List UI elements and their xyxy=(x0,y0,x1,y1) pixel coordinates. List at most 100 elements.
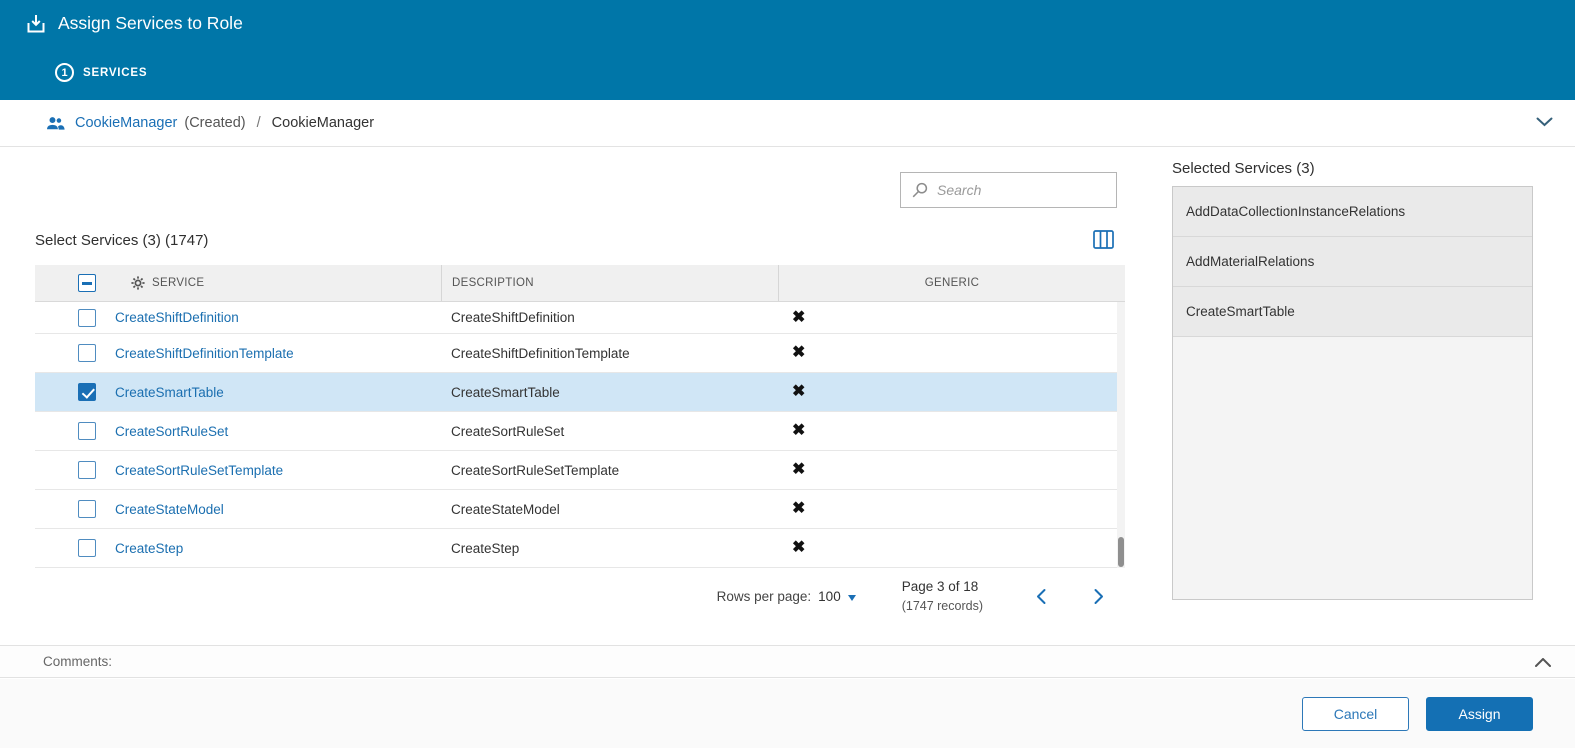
header-spacer xyxy=(35,265,67,301)
service-description: CreateStateModel xyxy=(441,490,778,528)
column-label-generic: GENERIC xyxy=(925,277,980,289)
table-row[interactable]: CreateSortRuleSetTemplate CreateSortRule… xyxy=(35,451,1125,490)
dialog-footer: Cancel Assign xyxy=(0,679,1575,748)
pagination-bar: Rows per page: 100 Page 3 of 18 (1747 re… xyxy=(35,577,1125,616)
comments-collapse-chevron-up-icon[interactable] xyxy=(1535,658,1551,667)
selected-service-item: CreateSmartTable xyxy=(1173,287,1532,337)
column-header-service: SERVICE xyxy=(107,265,441,301)
row-spacer xyxy=(35,451,67,489)
selected-services-list: AddDataCollectionInstanceRelations AddMa… xyxy=(1172,186,1533,600)
column-chooser-icon[interactable] xyxy=(1090,226,1116,252)
wizard-step: 1 SERVICES xyxy=(55,63,147,82)
row-checkbox[interactable] xyxy=(78,422,96,440)
page-title: Assign Services to Role xyxy=(58,13,243,34)
gear-icon xyxy=(131,276,145,290)
table-row[interactable]: CreateShiftDefinition CreateShiftDefinit… xyxy=(35,302,1125,334)
service-description: CreateShiftDefinition xyxy=(441,302,778,333)
not-generic-x-icon: ✖ xyxy=(792,423,805,439)
service-link[interactable]: CreateSmartTable xyxy=(107,385,224,400)
not-generic-x-icon: ✖ xyxy=(792,462,805,478)
service-link[interactable]: CreateSortRuleSetTemplate xyxy=(107,463,283,478)
cancel-button[interactable]: Cancel xyxy=(1302,697,1409,731)
rows-per-page-value: 100 xyxy=(818,589,841,604)
service-description: CreateShiftDefinitionTemplate xyxy=(441,334,778,372)
dialog-header: Assign Services to Role 1 SERVICES xyxy=(0,0,1575,100)
rows-per-page-label: Rows per page: xyxy=(717,589,812,604)
main-content: Select Services (3) (1747) xyxy=(0,147,1575,645)
row-checkbox[interactable] xyxy=(78,461,96,479)
selected-services-panel: Selected Services (3) AddDataCollectionI… xyxy=(1172,160,1533,600)
not-generic-x-icon: ✖ xyxy=(792,384,805,400)
service-link[interactable]: CreateShiftDefinition xyxy=(107,310,239,325)
row-checkbox[interactable] xyxy=(78,383,96,401)
not-generic-x-icon: ✖ xyxy=(792,345,805,361)
service-description: CreateSortRuleSetTemplate xyxy=(441,451,778,489)
row-checkbox[interactable] xyxy=(78,309,96,327)
search-icon xyxy=(912,182,928,198)
row-checkbox[interactable] xyxy=(78,539,96,557)
table-row[interactable]: CreateShiftDefinitionTemplate CreateShif… xyxy=(35,334,1125,373)
service-link[interactable]: CreateStep xyxy=(107,541,183,556)
services-table: SERVICE DESCRIPTION GENERIC CreateShiftD… xyxy=(35,265,1125,568)
select-all-checkbox[interactable] xyxy=(78,274,96,292)
step-number-badge: 1 xyxy=(55,63,74,82)
step-label: SERVICES xyxy=(83,67,147,79)
header-checkbox-cell xyxy=(67,265,107,301)
table-row[interactable]: CreateStep CreateStep ✖ xyxy=(35,529,1125,568)
service-link[interactable]: CreateSortRuleSet xyxy=(107,424,228,439)
table-header-row: SERVICE DESCRIPTION GENERIC xyxy=(35,265,1125,302)
column-label-description: DESCRIPTION xyxy=(452,277,534,289)
search-input[interactable] xyxy=(937,182,1105,198)
service-link[interactable]: CreateStateModel xyxy=(107,502,224,517)
breadcrumb: CookieManager (Created) / CookieManager xyxy=(0,100,1575,147)
select-services-title: Select Services (3) (1747) xyxy=(35,232,208,249)
row-spacer xyxy=(35,334,67,372)
records-info: (1747 records) xyxy=(902,597,983,616)
column-header-description: DESCRIPTION xyxy=(441,265,778,301)
service-description: CreateStep xyxy=(441,529,778,567)
table-row[interactable]: CreateSortRuleSet CreateSortRuleSet ✖ xyxy=(35,412,1125,451)
row-checkbox[interactable] xyxy=(78,500,96,518)
table-body: CreateShiftDefinition CreateShiftDefinit… xyxy=(35,302,1125,568)
rows-per-page-dropdown[interactable]: Rows per page: 100 xyxy=(717,589,856,604)
breadcrumb-separator: / xyxy=(257,115,261,131)
assign-services-dialog: Assign Services to Role 1 SERVICES Cooki… xyxy=(0,0,1575,748)
column-header-generic: GENERIC xyxy=(778,265,1125,301)
row-spacer xyxy=(35,412,67,450)
assign-button[interactable]: Assign xyxy=(1426,697,1533,731)
selected-service-item: AddDataCollectionInstanceRelations xyxy=(1173,187,1532,237)
row-spacer xyxy=(35,490,67,528)
not-generic-x-icon: ✖ xyxy=(792,540,805,556)
row-spacer xyxy=(35,529,67,567)
row-spacer xyxy=(35,373,67,411)
previous-page-chevron-left-icon[interactable] xyxy=(1029,585,1053,609)
breadcrumb-current: CookieManager xyxy=(272,115,374,131)
page-nav xyxy=(1029,585,1111,609)
selected-services-title: Selected Services (3) xyxy=(1172,160,1533,177)
breadcrumb-expand-chevron-down-icon[interactable] xyxy=(1536,117,1553,127)
breadcrumb-status: (Created) xyxy=(184,115,245,131)
scrollbar-thumb[interactable] xyxy=(1118,537,1124,567)
not-generic-x-icon: ✖ xyxy=(792,310,805,326)
title-row: Assign Services to Role xyxy=(25,13,243,34)
service-description: CreateSortRuleSet xyxy=(441,412,778,450)
selected-service-item: AddMaterialRelations xyxy=(1173,237,1532,287)
column-label-service: SERVICE xyxy=(152,277,204,289)
not-generic-x-icon: ✖ xyxy=(792,501,805,517)
comments-label: Comments: xyxy=(43,654,112,669)
page-info: Page 3 of 18 xyxy=(902,577,983,597)
service-description: CreateSmartTable xyxy=(441,373,778,411)
row-spacer xyxy=(35,302,67,333)
table-row[interactable]: CreateStateModel CreateStateModel ✖ xyxy=(35,490,1125,529)
comments-section: Comments: xyxy=(0,645,1575,678)
assign-role-icon xyxy=(25,14,47,34)
table-scrollbar[interactable] xyxy=(1117,302,1125,568)
page-info-block: Page 3 of 18 (1747 records) xyxy=(902,577,983,616)
breadcrumb-role-link[interactable]: CookieManager xyxy=(75,115,177,131)
caret-down-icon xyxy=(848,595,856,601)
search-box[interactable] xyxy=(900,172,1117,208)
table-row[interactable]: CreateSmartTable CreateSmartTable ✖ xyxy=(35,373,1125,412)
service-link[interactable]: CreateShiftDefinitionTemplate xyxy=(107,346,294,361)
row-checkbox[interactable] xyxy=(78,344,96,362)
next-page-chevron-right-icon[interactable] xyxy=(1087,585,1111,609)
